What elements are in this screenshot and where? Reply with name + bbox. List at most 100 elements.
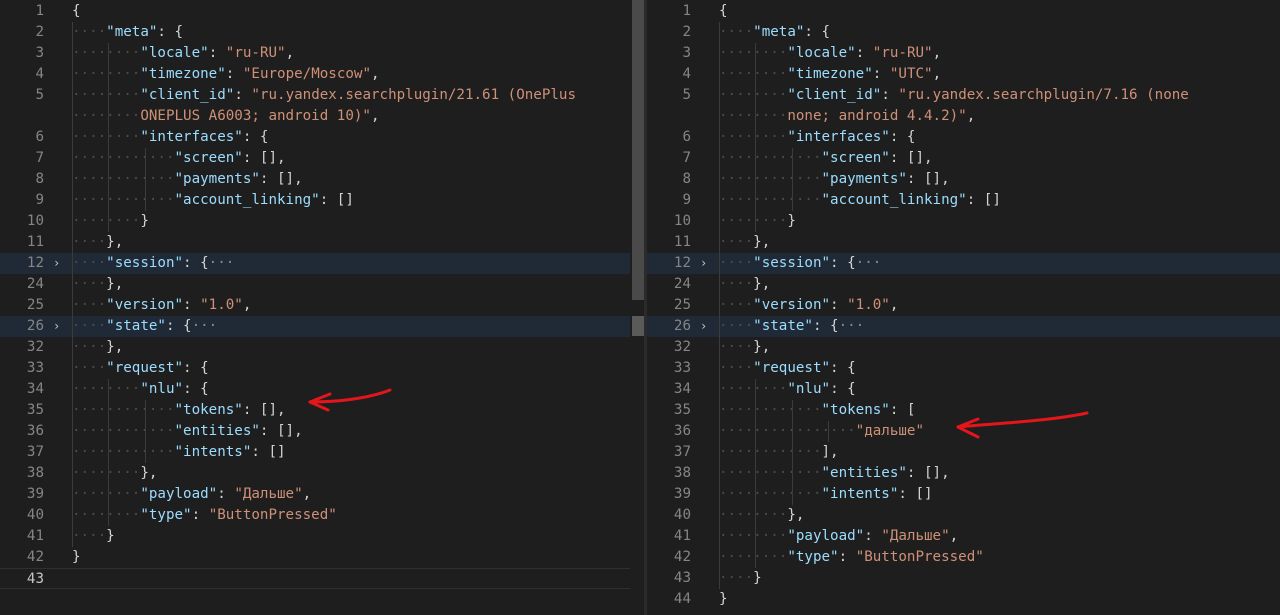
- code-line[interactable]: 35 ············"tokens": [: [647, 400, 1280, 421]
- code-line[interactable]: 26 › ····"state": {···: [647, 316, 1280, 337]
- code-line[interactable]: 38 ········},: [0, 463, 644, 484]
- code-text: ············"payments": [],: [72, 169, 303, 190]
- json-key: "payload": [787, 528, 865, 544]
- punctuation: }: [753, 570, 762, 586]
- code-line[interactable]: 32 ····},: [647, 337, 1280, 358]
- whitespace-dots: ············: [719, 465, 822, 481]
- whitespace-dots: ········: [719, 507, 788, 523]
- left-scrollbar[interactable]: [630, 0, 644, 615]
- code-line[interactable]: 43 ····}: [647, 568, 1280, 589]
- left-editor-pane[interactable]: 1{2 ····"meta": {3 ········"locale": "ru-R…: [0, 0, 644, 615]
- code-line[interactable]: 12 › ····"session": {···: [647, 253, 1280, 274]
- code-line[interactable]: 34 ········"nlu": {: [647, 379, 1280, 400]
- code-line[interactable]: ········none; android 4.4.2)",: [647, 106, 1280, 127]
- whitespace-dots: ····: [719, 24, 754, 40]
- code-line[interactable]: 32 ····},: [0, 337, 644, 358]
- code-line[interactable]: 8 ············"payments": [],: [647, 169, 1280, 190]
- code-line[interactable]: 1{: [0, 1, 644, 22]
- code-line[interactable]: 12 › ····"session": {···: [0, 253, 644, 274]
- folded-ellipsis[interactable]: ···: [839, 318, 865, 334]
- code-line[interactable]: 34 ········"nlu": {: [0, 379, 644, 400]
- line-number: 8: [35, 171, 44, 187]
- code-line[interactable]: 42 ········"type": "ButtonPressed": [647, 547, 1280, 568]
- punctuation: :: [183, 297, 201, 313]
- indent-guide: [791, 148, 793, 211]
- folded-ellipsis[interactable]: ···: [209, 255, 235, 271]
- punctuation: ,: [966, 108, 976, 124]
- code-line[interactable]: 10 ········}: [0, 211, 644, 232]
- json-key: "version": [753, 297, 831, 313]
- punctuation: },: [106, 339, 124, 355]
- right-editor-pane[interactable]: 1{2 ····"meta": {3 ········"locale": "ru-R…: [647, 0, 1280, 615]
- code-line[interactable]: 2 ····"meta": {: [0, 22, 644, 43]
- line-number: 32: [673, 339, 691, 355]
- fold-chevron-icon[interactable]: ›: [53, 316, 60, 337]
- folded-ellipsis[interactable]: ···: [192, 318, 218, 334]
- line-number: 8: [682, 171, 691, 187]
- code-line[interactable]: 44}: [647, 589, 1280, 610]
- code-text: ········"timezone": "UTC",: [719, 64, 941, 85]
- line-number: 11: [26, 234, 44, 250]
- code-line[interactable]: 40 ········},: [647, 505, 1280, 526]
- code-line[interactable]: 37 ············],: [647, 442, 1280, 463]
- left-scrollbar-thumb[interactable]: [632, 0, 644, 300]
- code-text: ····},: [719, 274, 770, 295]
- json-key: "tokens": [821, 402, 890, 418]
- code-line[interactable]: 4 ········"timezone": "UTC",: [647, 64, 1280, 85]
- code-line[interactable]: 6 ········"interfaces": {: [0, 127, 644, 148]
- code-line[interactable]: 33 ····"request": {: [0, 358, 644, 379]
- code-line[interactable]: 11 ····},: [0, 232, 644, 253]
- whitespace-dots: ········: [719, 66, 788, 82]
- json-string: "UTC": [889, 66, 933, 82]
- code-line[interactable]: 36 ············"entities": [],: [0, 421, 644, 442]
- code-line[interactable]: 25 ····"version": "1.0",: [0, 295, 644, 316]
- code-line[interactable]: 24 ····},: [647, 274, 1280, 295]
- fold-chevron-icon[interactable]: ›: [700, 253, 707, 274]
- code-line[interactable]: 37 ············"intents": []: [0, 442, 644, 463]
- code-line[interactable]: 10 ········}: [647, 211, 1280, 232]
- code-line[interactable]: 11 ····},: [647, 232, 1280, 253]
- code-line[interactable]: 35 ············"tokens": [],: [0, 400, 644, 421]
- code-line[interactable]: ········ONEPLUS A6003; android 10)",: [0, 106, 644, 127]
- code-line[interactable]: 26 › ····"state": {···: [0, 316, 644, 337]
- line-number: 25: [26, 297, 44, 313]
- whitespace-dots: ············: [719, 192, 822, 208]
- fold-chevron-icon[interactable]: ›: [700, 316, 707, 337]
- code-text: ············"screen": [],: [719, 148, 933, 169]
- code-line[interactable]: 42}: [0, 547, 644, 568]
- code-line[interactable]: 41 ····}: [0, 526, 644, 547]
- code-line[interactable]: 6 ········"interfaces": {: [647, 127, 1280, 148]
- code-text: ····"session": {···: [719, 253, 881, 274]
- code-line[interactable]: 7 ············"screen": [],: [0, 148, 644, 169]
- json-string: "ru-RU": [872, 45, 933, 61]
- code-line[interactable]: 40 ········"type": "ButtonPressed": [0, 505, 644, 526]
- code-line[interactable]: 36 ················"дальше": [647, 421, 1280, 442]
- code-line[interactable]: 9 ············"account_linking": []: [0, 190, 644, 211]
- code-line[interactable]: 33 ····"request": {: [647, 358, 1280, 379]
- code-line[interactable]: 5 ········"client_id": "ru.yandex.searchp…: [647, 85, 1280, 106]
- code-line[interactable]: 24 ····},: [0, 274, 644, 295]
- code-line[interactable]: 1{: [647, 1, 1280, 22]
- code-line[interactable]: 9 ············"account_linking": []: [647, 190, 1280, 211]
- fold-chevron-icon[interactable]: ›: [53, 253, 60, 274]
- code-text: ········"timezone": "Europe/Moscow",: [72, 64, 380, 85]
- json-string: "ButtonPressed": [855, 549, 984, 565]
- code-line[interactable]: 7 ············"screen": [],: [647, 148, 1280, 169]
- code-text: ········},: [719, 505, 804, 526]
- code-line[interactable]: 41 ········"payload": "Дальше",: [647, 526, 1280, 547]
- punctuation: : {: [889, 129, 916, 145]
- code-line[interactable]: 8 ············"payments": [],: [0, 169, 644, 190]
- code-line[interactable]: 39 ········"payload": "Дальше",: [0, 484, 644, 505]
- json-key: "client_id": [787, 87, 882, 103]
- code-line[interactable]: 43: [0, 568, 644, 589]
- code-line[interactable]: 3 ········"locale": "ru-RU",: [0, 43, 644, 64]
- punctuation: :: [881, 87, 899, 103]
- code-line[interactable]: 38 ············"entities": [],: [647, 463, 1280, 484]
- code-line[interactable]: 39 ············"intents": []: [647, 484, 1280, 505]
- code-line[interactable]: 25 ····"version": "1.0",: [647, 295, 1280, 316]
- code-line[interactable]: 4 ········"timezone": "Europe/Moscow",: [0, 64, 644, 85]
- folded-ellipsis[interactable]: ···: [856, 255, 882, 271]
- code-line[interactable]: 2 ····"meta": {: [647, 22, 1280, 43]
- code-line[interactable]: 5 ········"client_id": "ru.yandex.searchp…: [0, 85, 644, 106]
- code-line[interactable]: 3 ········"locale": "ru-RU",: [647, 43, 1280, 64]
